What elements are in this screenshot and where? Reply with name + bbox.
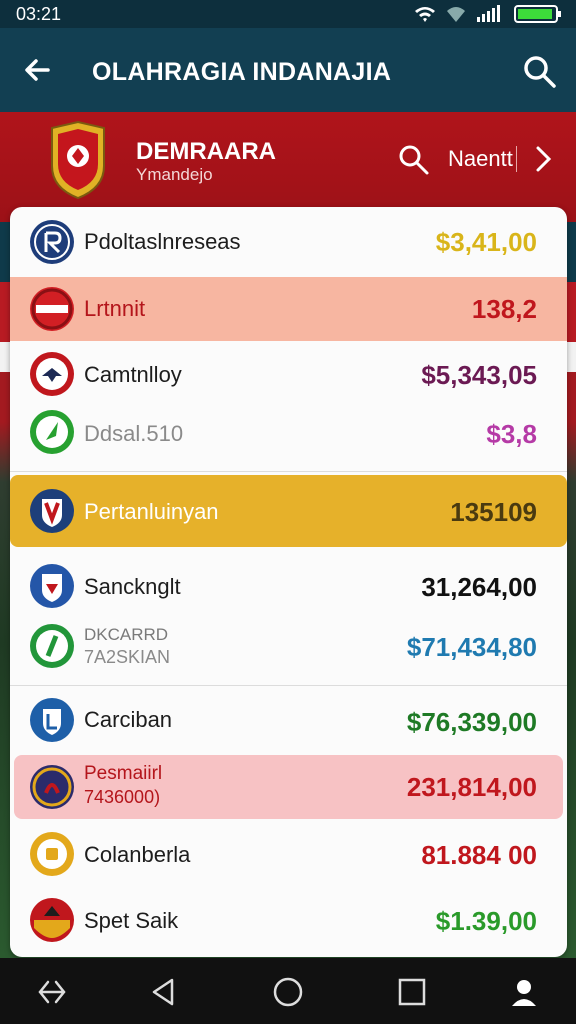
item-amount: $3,8: [486, 419, 537, 449]
divider: [10, 685, 567, 686]
club-logo-icon: [30, 564, 74, 608]
item-amount: 135109: [450, 497, 537, 527]
status-bar: 03:21: [0, 0, 576, 28]
divider: [516, 146, 517, 172]
item-name: Pdoltaslnreseas: [84, 229, 241, 254]
club-logo-icon: [30, 352, 74, 396]
divider: [10, 471, 567, 472]
home-icon[interactable]: [270, 974, 306, 1010]
nav-back-triangle-icon[interactable]: [146, 974, 182, 1010]
item-name: Colanberla: [84, 842, 191, 867]
item-name: Ddsal.510: [84, 421, 184, 446]
item-subtitle: 7436000): [84, 787, 161, 807]
item-amount: 138,2: [471, 294, 537, 324]
item-subtitle: 7A2SKIAN: [84, 647, 171, 667]
list-item[interactable]: Pesmaiirl 7436000) 231,814,00: [14, 755, 563, 819]
page-title: OLAHRAGIA INDANAJIA: [92, 58, 392, 86]
club-logo-icon: [30, 624, 74, 668]
list-item[interactable]: Colanberla 81.884 00: [10, 821, 567, 887]
list-item[interactable]: Lrtnnit 138,2: [10, 277, 567, 341]
item-amount: 31,264,00: [421, 572, 537, 602]
status-time: 03:21: [16, 4, 62, 24]
club-logo-icon: [30, 898, 74, 942]
item-amount: 231,814,00: [406, 772, 537, 802]
list-item[interactable]: Sancknglt 31,264,00: [10, 553, 567, 619]
club-logo-icon: [30, 220, 74, 264]
list-item[interactable]: DKCARRD 7A2SKIAN $71,434,80: [10, 619, 567, 685]
chevron-right-icon[interactable]: [530, 142, 556, 176]
item-name: Camtnlloy: [84, 362, 182, 387]
signal-wifi-icon: [447, 7, 465, 22]
item-amount: $5,343,05: [421, 360, 537, 390]
club-logo-icon: [30, 489, 74, 533]
back-arrow-icon[interactable]: [18, 50, 58, 90]
item-amount: $3,41,00: [435, 227, 537, 257]
club-logo-icon: [30, 410, 74, 454]
item-amount: 81.884 00: [421, 840, 537, 870]
item-name: Spet Saik: [84, 908, 179, 933]
item-name: Pertanluinyan: [84, 499, 219, 524]
club-logo-icon: [30, 765, 74, 809]
recent-apps-icon[interactable]: [394, 974, 430, 1010]
back-icon[interactable]: [34, 974, 70, 1010]
app-bar: OLAHRAGIA INDANAJIA: [0, 28, 576, 112]
item-amount: $76,339,00: [406, 707, 537, 737]
cell-signal-icon: [477, 5, 500, 22]
item-name: Carciban: [84, 707, 173, 732]
list-item[interactable]: Pertanluinyan 135109: [10, 475, 567, 547]
list-item[interactable]: Spet Saik $1.39,00: [10, 887, 567, 955]
list-item[interactable]: Pdoltaslnreseas $3,41,00: [10, 207, 567, 277]
profile-icon[interactable]: [506, 974, 542, 1010]
battery-icon: [514, 5, 561, 23]
list-item[interactable]: Carciban $76,339,00: [10, 687, 567, 753]
item-amount: $71,434,80: [406, 632, 537, 662]
item-amount: $1.39,00: [435, 906, 537, 936]
item-name: Sancknglt: [84, 574, 181, 599]
search-icon[interactable]: [520, 52, 558, 90]
system-nav-bar: [0, 958, 576, 1024]
status-icons: [414, 4, 562, 24]
ranking-list: Pdoltaslnreseas $3,41,00 Lrtnnit 138,2 C…: [10, 207, 567, 957]
team-subtitle: Ymandejo: [136, 165, 213, 184]
list-item[interactable]: Camtnlloy $5,343,05: [10, 341, 567, 407]
club-logo-icon: [30, 698, 74, 742]
team-name: DEMRAARA: [136, 138, 276, 165]
item-name: DKCARRD: [84, 625, 169, 644]
wifi-icon: [415, 7, 435, 22]
item-name: Pesmaiirl: [84, 763, 163, 784]
search-icon[interactable]: [396, 142, 430, 176]
hero-link[interactable]: Naentt: [448, 146, 513, 172]
item-name: Lrtnnit: [84, 296, 146, 321]
team-crest-icon: [51, 120, 105, 200]
club-logo-icon: [30, 287, 74, 331]
club-logo-icon: [30, 832, 74, 876]
list-item[interactable]: Ddsal.510 $3,8: [10, 407, 567, 471]
team-header: DEMRAARA Ymandejo Naentt: [0, 112, 576, 222]
